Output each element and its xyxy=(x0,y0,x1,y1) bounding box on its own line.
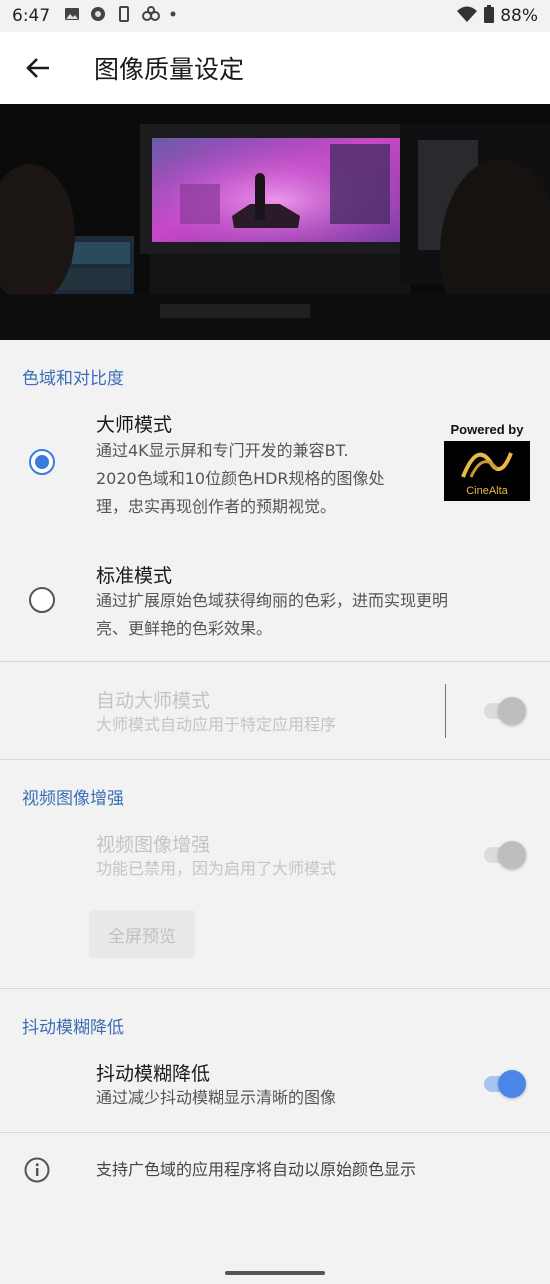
blur-reduction-title: 抖动模糊降低 xyxy=(96,1063,211,1085)
battery-icon xyxy=(484,4,495,28)
app-bar: 图像质量设定 xyxy=(0,32,550,104)
divider xyxy=(0,661,550,662)
link-icon xyxy=(142,6,161,26)
powered-by-label: Powered by xyxy=(450,422,524,437)
divider xyxy=(0,1132,550,1133)
master-mode-title: 大师模式 xyxy=(96,414,173,436)
radio-standard-mode[interactable] xyxy=(29,587,55,613)
cinealta-logo: CineAlta xyxy=(444,441,530,501)
status-right: 88% xyxy=(456,4,538,28)
toggle-thumb xyxy=(498,1070,526,1098)
vertical-divider xyxy=(445,684,446,738)
section-heading-blur: 抖动模糊降低 xyxy=(22,1018,124,1038)
section-heading-video: 视频图像增强 xyxy=(22,789,124,809)
page-title: 图像质量设定 xyxy=(94,55,245,84)
battery-percent: 88% xyxy=(500,6,538,26)
fullscreen-preview-button[interactable]: 全屏预览 xyxy=(89,910,195,958)
master-mode-desc-line: 2020色域和10位颜色HDR规格的图像处 xyxy=(96,469,385,488)
video-enhance-title: 视频图像增强 xyxy=(96,834,211,856)
back-button[interactable] xyxy=(20,50,56,86)
status-bar: 6:47 88% xyxy=(0,0,550,32)
standard-mode-desc-line: 亮、更鲜艳的色彩效果。 xyxy=(96,619,273,638)
auto-master-toggle[interactable] xyxy=(482,696,526,726)
standard-mode-desc-line: 通过扩展原始色域获得绚丽的色彩，进而实现更明 xyxy=(96,591,449,610)
gesture-nav-bar[interactable] xyxy=(225,1271,325,1275)
auto-master-title: 自动大师模式 xyxy=(96,690,211,712)
divider xyxy=(0,759,550,760)
cinealta-wordmark: CineAlta xyxy=(466,485,508,497)
arrow-back-icon xyxy=(26,58,49,78)
hero-image xyxy=(0,104,550,340)
section-heading-gamut: 色域和对比度 xyxy=(22,369,124,389)
standard-mode-title: 标准模式 xyxy=(96,565,173,587)
standard-mode-desc: 通过扩展原始色域获得绚丽的色彩，进而实现更明 亮、更鲜艳的色彩效果。 xyxy=(96,587,448,643)
wifi-icon xyxy=(456,5,478,28)
info-text: 支持广色域的应用程序将自动以原始颜色显示 xyxy=(96,1160,417,1179)
master-mode-desc-line: 理，忠实再现创作者的预期视觉。 xyxy=(96,497,337,516)
video-enhance-desc: 功能已禁用，因为启用了大师模式 xyxy=(96,859,337,878)
notification-app-icon xyxy=(90,6,106,26)
blur-reduction-toggle[interactable] xyxy=(482,1069,526,1099)
more-dot-icon xyxy=(170,6,176,26)
cinealta-badge: Powered by CineAlta xyxy=(444,422,530,501)
divider xyxy=(0,988,550,989)
toggle-thumb xyxy=(498,841,526,869)
master-mode-desc: 通过4K显示屏和专门开发的兼容BT. 2020色域和10位颜色HDR规格的图像处… xyxy=(96,437,385,521)
status-time: 6:47 xyxy=(12,6,51,26)
toggle-thumb xyxy=(498,697,526,725)
master-mode-desc-line: 通过4K显示屏和专门开发的兼容BT. xyxy=(96,441,349,460)
video-enhance-toggle[interactable] xyxy=(482,840,526,870)
screen-rotate-icon xyxy=(116,6,132,26)
blur-reduction-desc: 通过减少抖动模糊显示清晰的图像 xyxy=(96,1088,337,1107)
auto-master-desc: 大师模式自动应用于特定应用程序 xyxy=(96,715,337,734)
radio-master-mode[interactable] xyxy=(29,449,55,475)
gallery-icon xyxy=(64,6,80,26)
info-icon xyxy=(24,1157,50,1183)
